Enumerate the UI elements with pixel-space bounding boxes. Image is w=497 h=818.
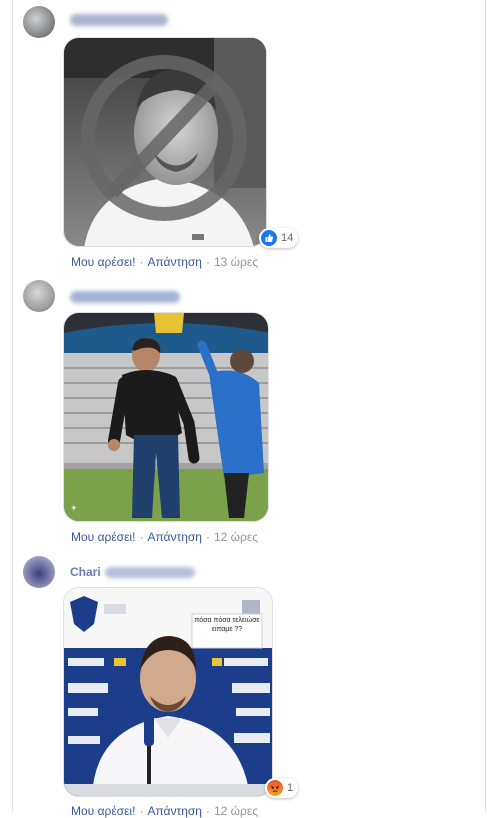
image-sign-text: πόσα πόσα τελειώσε ειπαμε ?? [194,617,260,633]
comment-actions: Μου αρέσει! · Απάντηση · 12 ώρες [71,804,258,818]
avatar[interactable] [23,6,55,38]
comment-image[interactable]: ✦ [63,312,269,522]
photo-celebration: ✦ [64,313,268,521]
like-link[interactable]: Μου αρέσει! [71,530,135,544]
reaction-badge[interactable]: 1 [265,778,299,798]
photo-person-crossed [64,38,266,246]
avatar[interactable] [23,556,55,588]
angry-icon [267,780,283,796]
timestamp[interactable]: 12 ώρες [214,530,258,544]
reaction-count: 14 [281,232,294,244]
timestamp[interactable]: 12 ώρες [214,804,258,818]
comment-image[interactable]: πόσα πόσα τελειώσε ειπαμε ?? [63,587,273,797]
like-link[interactable]: Μου αρέσει! [71,255,135,269]
avatar[interactable] [23,280,55,312]
author-name-blurred[interactable] [70,291,180,303]
author-name[interactable]: Chari [70,565,195,579]
author-name-blurred[interactable] [70,14,168,26]
reply-link[interactable]: Απάντηση [147,530,202,544]
reply-link[interactable]: Απάντηση [147,804,202,818]
comment-actions: Μου αρέσει! · Απάντηση · 12 ώρες [71,530,258,544]
comment-actions: Μου αρέσει! · Απάντηση · 13 ώρες [71,255,258,269]
like-link[interactable]: Μου αρέσει! [71,804,135,818]
comment-image[interactable] [63,37,267,247]
reaction-count: 1 [287,782,294,794]
timestamp[interactable]: 13 ώρες [214,255,258,269]
reaction-badge[interactable]: 14 [259,228,299,248]
like-icon [261,230,277,246]
svg-text:✦: ✦ [70,503,78,513]
reply-link[interactable]: Απάντηση [147,255,202,269]
